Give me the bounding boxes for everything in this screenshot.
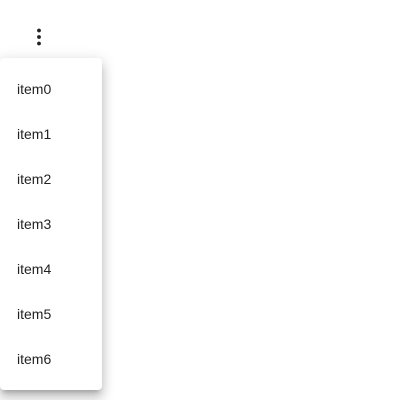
menu-item-3[interactable]: item3	[0, 201, 102, 246]
menu-item-0[interactable]: item0	[0, 66, 102, 111]
dropdown-menu: item0 item1 item2 item3 item4 item5 item…	[0, 58, 102, 390]
menu-item-4[interactable]: item4	[0, 246, 102, 291]
menu-item-2[interactable]: item2	[0, 156, 102, 201]
menu-item-1[interactable]: item1	[0, 111, 102, 156]
menu-item-5[interactable]: item5	[0, 291, 102, 336]
more-options-button[interactable]	[23, 21, 55, 53]
more-vert-icon	[37, 28, 41, 46]
page: item0 item1 item2 item3 item4 item5 item…	[0, 0, 400, 400]
menu-item-6[interactable]: item6	[0, 336, 102, 381]
